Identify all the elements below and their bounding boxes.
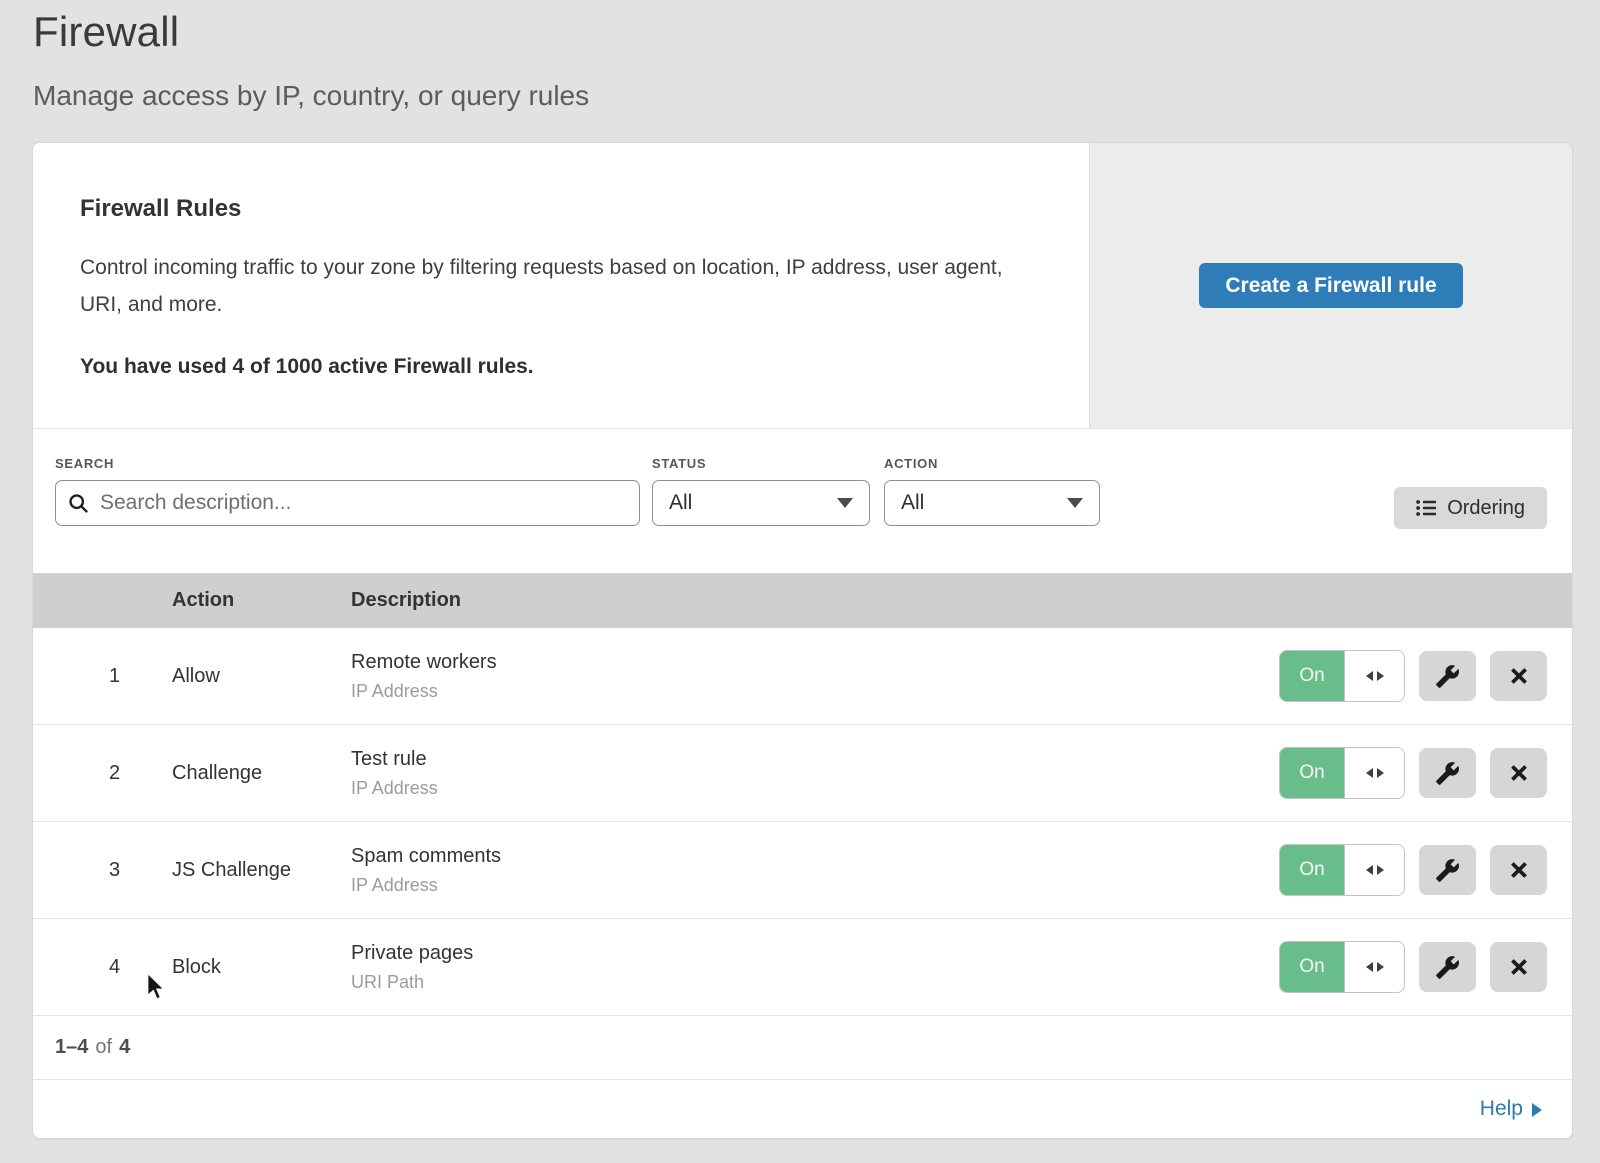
delete-rule-button[interactable] [1490, 845, 1547, 895]
rule-match-type: IP Address [351, 778, 1212, 799]
table-row: 3 JS Challenge Spam comments IP Address … [33, 822, 1572, 919]
action-label: ACTION [884, 456, 1100, 471]
rule-priority: 4 [33, 956, 172, 979]
rule-match-type: IP Address [351, 875, 1212, 896]
search-filter: SEARCH [55, 456, 640, 526]
description-column-header: Description [351, 589, 1212, 612]
close-icon [1508, 956, 1530, 978]
overview-heading: Firewall Rules [80, 195, 1029, 223]
ordering-button-label: Ordering [1447, 497, 1525, 520]
rule-controls: On [1212, 747, 1572, 799]
delete-rule-button[interactable] [1490, 942, 1547, 992]
rule-description: Private pages [351, 942, 1212, 965]
rule-priority: 2 [33, 762, 172, 785]
status-selected-value: All [669, 491, 692, 515]
toggle-on-label: On [1280, 845, 1344, 895]
search-input-wrapper [55, 480, 640, 526]
action-select[interactable]: All [884, 480, 1100, 526]
pagination-row: 1–4 of 4 [33, 1016, 1572, 1080]
toggle-handle-icon [1344, 748, 1404, 798]
wrench-icon [1435, 955, 1460, 980]
rule-match-type: IP Address [351, 681, 1212, 702]
firewall-rules-card: Firewall Rules Control incoming traffic … [33, 143, 1572, 1138]
table-row: 2 Challenge Test rule IP Address On [33, 725, 1572, 822]
firewall-rules-overview: Firewall Rules Control incoming traffic … [33, 143, 1572, 429]
chevron-down-icon [837, 498, 853, 508]
rule-priority: 1 [33, 665, 172, 688]
ordering-button[interactable]: Ordering [1394, 487, 1547, 529]
rule-match-type: URI Path [351, 972, 1212, 993]
rule-enabled-toggle[interactable]: On [1279, 747, 1405, 799]
table-row: 4 Block Private pages URI Path On [33, 919, 1572, 1016]
delete-rule-button[interactable] [1490, 651, 1547, 701]
edit-rule-button[interactable] [1419, 845, 1476, 895]
close-icon [1508, 762, 1530, 784]
toggle-handle-icon [1344, 845, 1404, 895]
card-footer: Help [33, 1080, 1572, 1138]
status-label: STATUS [652, 456, 870, 471]
toggle-on-label: On [1280, 748, 1344, 798]
rule-controls: On [1212, 650, 1572, 702]
page-title: Firewall [33, 8, 589, 56]
rule-description-cell: Private pages URI Path [351, 942, 1212, 993]
rule-priority: 3 [33, 859, 172, 882]
wrench-icon [1435, 858, 1460, 883]
action-selected-value: All [901, 491, 924, 515]
edit-rule-button[interactable] [1419, 942, 1476, 992]
wrench-icon [1435, 761, 1460, 786]
edit-rule-button[interactable] [1419, 748, 1476, 798]
rule-description: Remote workers [351, 651, 1212, 674]
delete-rule-button[interactable] [1490, 748, 1547, 798]
toggle-handle-icon [1344, 942, 1404, 992]
toggle-on-label: On [1280, 651, 1344, 701]
close-icon [1508, 665, 1530, 687]
overview-text-panel: Firewall Rules Control incoming traffic … [33, 143, 1089, 428]
rule-action: Allow [172, 665, 351, 688]
pagination-range: 1–4 [55, 1036, 88, 1059]
wrench-icon [1435, 664, 1460, 689]
search-icon [68, 493, 89, 514]
action-filter: ACTION All [884, 456, 1100, 526]
rule-description-cell: Spam comments IP Address [351, 845, 1212, 896]
search-label: SEARCH [55, 456, 640, 471]
chevron-down-icon [1067, 498, 1083, 508]
toggle-handle-icon [1344, 651, 1404, 701]
action-column-header: Action [172, 589, 351, 612]
rule-controls: On [1212, 844, 1572, 896]
status-select[interactable]: All [652, 480, 870, 526]
rule-controls: On [1212, 941, 1572, 993]
page-subtitle: Manage access by IP, country, or query r… [33, 80, 589, 112]
overview-description: Control incoming traffic to your zone by… [80, 249, 1025, 323]
create-firewall-rule-button[interactable]: Create a Firewall rule [1199, 263, 1462, 308]
close-icon [1508, 859, 1530, 881]
help-link[interactable]: Help [1480, 1097, 1542, 1121]
rule-description-cell: Remote workers IP Address [351, 651, 1212, 702]
pagination-of: of [95, 1036, 112, 1059]
rule-enabled-toggle[interactable]: On [1279, 650, 1405, 702]
rule-enabled-toggle[interactable]: On [1279, 844, 1405, 896]
rule-enabled-toggle[interactable]: On [1279, 941, 1405, 993]
ordered-list-icon [1416, 499, 1436, 517]
arrow-right-icon [1532, 1103, 1542, 1117]
search-input[interactable] [98, 490, 627, 516]
table-row: 1 Allow Remote workers IP Address On [33, 628, 1572, 725]
rule-action: Block [172, 956, 351, 979]
rule-action: Challenge [172, 762, 351, 785]
rule-description: Spam comments [351, 845, 1212, 868]
filters-bar: SEARCH STATUS All ACTION All [33, 429, 1572, 573]
edit-rule-button[interactable] [1419, 651, 1476, 701]
usage-note: You have used 4 of 1000 active Firewall … [80, 355, 1029, 379]
table-header: Action Description [33, 573, 1572, 628]
rule-action: JS Challenge [172, 859, 351, 882]
status-filter: STATUS All [652, 456, 870, 526]
rule-description-cell: Test rule IP Address [351, 748, 1212, 799]
page-header: Firewall Manage access by IP, country, o… [33, 8, 589, 112]
help-link-label: Help [1480, 1097, 1523, 1121]
pagination-total: 4 [119, 1036, 130, 1059]
toggle-on-label: On [1280, 942, 1344, 992]
create-rule-panel: Create a Firewall rule [1089, 143, 1572, 428]
rule-description: Test rule [351, 748, 1212, 771]
